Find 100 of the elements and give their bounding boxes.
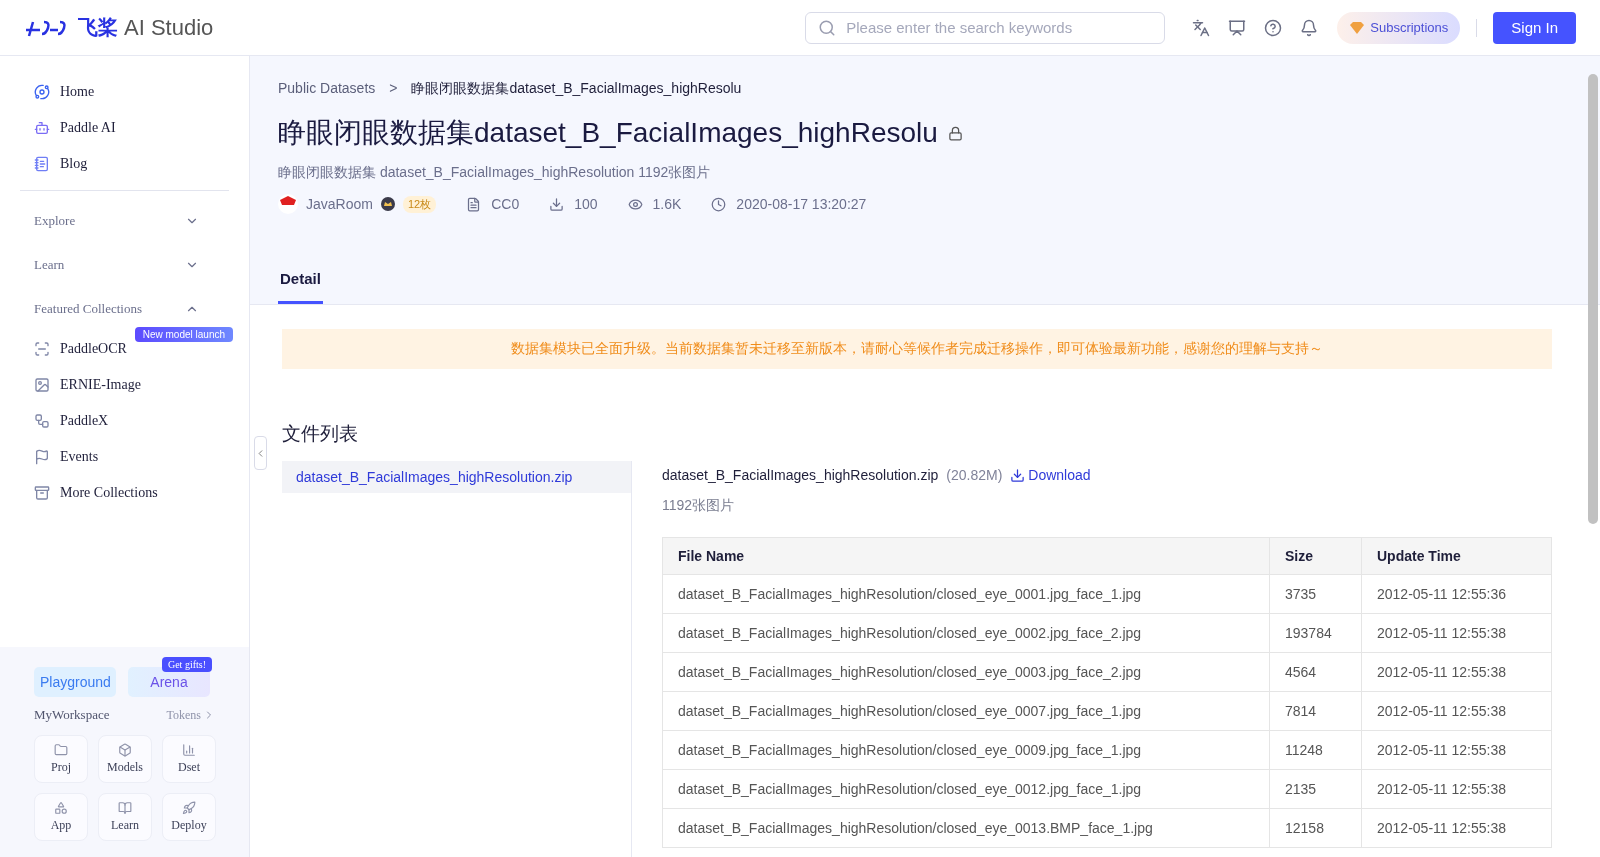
eye-icon: [627, 196, 643, 212]
download-count: 100: [574, 196, 598, 212]
robot-icon: [34, 120, 50, 136]
section-heading: 文件列表: [282, 422, 359, 446]
book-icon: [118, 801, 132, 815]
clock-icon: [711, 196, 727, 212]
notice-banner: 数据集模块已全面升级。当前数据集暂未迁移至新版本，请耐心等候作者完成迁移操作，即可体验最新功能，感谢您的理解与支持～: [282, 329, 1552, 369]
flag-icon: [34, 449, 50, 465]
avatar-icon: [278, 194, 298, 214]
table-cell: 2135: [1269, 769, 1362, 809]
table-cell: 7814: [1269, 691, 1362, 731]
apps-icon: [54, 801, 68, 815]
scrollbar[interactable]: [1588, 74, 1598, 524]
download-link[interactable]: Download: [1010, 467, 1091, 483]
crown-icon: [380, 197, 395, 211]
sidebar-item[interactable]: Blog: [20, 146, 229, 182]
table-cell: dataset_B_FacialImages_highResolution/closed_eye_0003.jpg_face_2.jpg: [662, 652, 1270, 692]
subscriptions-button[interactable]: Subscriptions: [1337, 11, 1461, 44]
workspace-tile[interactable]: Deploy: [162, 793, 216, 841]
sidebar-item[interactable]: ERNIE-Image: [20, 367, 229, 403]
table-cell: 2012-05-11 12:55:38: [1361, 769, 1552, 809]
image-icon: [34, 377, 50, 393]
search-field[interactable]: Please enter the search keywords: [805, 11, 1166, 44]
dataset-title: 睁眼闭眼数据集dataset_B_FacialImages_highResolu: [278, 116, 938, 150]
workspace-tile[interactable]: Learn: [98, 793, 152, 841]
notebook-icon: [34, 156, 50, 172]
table-cell: 11248: [1269, 730, 1362, 770]
breadcrumb-current: 睁眼闭眼数据集dataset_B_FacialImages_highResolu: [411, 80, 742, 98]
sidebar-item[interactable]: PaddleX: [20, 403, 229, 439]
table-cell: 4564: [1269, 652, 1362, 692]
playground-button[interactable]: Playground: [34, 667, 116, 697]
sidebar-item[interactable]: Home: [20, 74, 229, 110]
table-cell: 2012-05-11 12:55:38: [1361, 652, 1552, 692]
folder-icon: [54, 743, 68, 757]
scan-icon: [34, 341, 50, 357]
monitor-icon[interactable]: [1228, 18, 1247, 37]
section-label: Explore: [34, 213, 76, 229]
table-cell: 2012-05-11 12:55:38: [1361, 691, 1552, 731]
breadcrumb-link[interactable]: Public Datasets: [278, 80, 376, 98]
table-cell: dataset_B_FacialImages_highResolution/closed_eye_0009.jpg_face_1.jpg: [662, 730, 1270, 770]
workspace-tile[interactable]: App: [34, 793, 88, 841]
sidebar-item[interactable]: More Collections: [20, 475, 229, 511]
sidebar-item[interactable]: Paddle AI: [20, 110, 229, 146]
translate-icon[interactable]: [1192, 18, 1211, 37]
workspace-tile[interactable]: Dset: [162, 735, 216, 783]
license-text: CC0: [491, 196, 520, 212]
table-cell: 2012-05-11 12:55:38: [1361, 613, 1552, 653]
help-icon[interactable]: [1264, 18, 1283, 37]
diamond-icon: [1349, 20, 1366, 35]
logo-text: 飞桨: [78, 15, 118, 40]
section-label: Learn: [34, 257, 65, 273]
view-count: 1.6K: [652, 196, 682, 212]
table-cell: dataset_B_FacialImages_highResolution/closed_eye_0002.jpg_face_2.jpg: [662, 613, 1270, 653]
table-cell: 12158: [1269, 808, 1362, 848]
collapse-handle[interactable]: [254, 436, 267, 470]
medal-badge: 12枚: [402, 195, 437, 213]
workspace-label: MyWorkspace: [34, 707, 110, 723]
workspace-tile[interactable]: Models: [98, 735, 152, 783]
tab[interactable]: Detail: [278, 262, 323, 304]
flow-icon: [34, 413, 50, 429]
gift-badge: Get gifts!: [161, 657, 212, 672]
section-label: Featured Collections: [34, 301, 142, 317]
table-cell: 2012-05-11 12:55:38: [1361, 808, 1552, 848]
file-size: (20.82M): [946, 467, 1003, 483]
sign-in-button[interactable]: Sign In: [1493, 11, 1576, 44]
update-date: 2020-08-17 13:20:27: [736, 196, 867, 212]
table-cell: 193784: [1269, 613, 1362, 653]
download-icon: [549, 196, 565, 212]
column-header: Size: [1269, 537, 1362, 575]
table-cell: dataset_B_FacialImages_highResolution/closed_eye_0013.BMP_face_1.jpg: [662, 808, 1270, 848]
sidebar-section[interactable]: Learn: [20, 243, 229, 287]
table-cell: 2012-05-11 12:55:36: [1361, 574, 1552, 614]
column-header: Update Time: [1361, 537, 1552, 575]
search-input[interactable]: Please enter the search keywords: [844, 18, 1153, 37]
file-description: 1192张图片: [662, 497, 736, 515]
sidebar-section[interactable]: Explore: [20, 199, 229, 243]
file-name: dataset_B_FacialImages_highResolution.zip: [662, 467, 939, 483]
table-cell: dataset_B_FacialImages_highResolution/closed_eye_0001.jpg_face_1.jpg: [662, 574, 1270, 614]
table-cell: dataset_B_FacialImages_highResolution/closed_eye_0012.jpg_face_1.jpg: [662, 769, 1270, 809]
file-item[interactable]: dataset_B_FacialImages_highResolution.zip: [282, 461, 631, 493]
box-icon: [34, 485, 50, 501]
license-icon: [466, 196, 482, 212]
search-icon: [818, 18, 837, 37]
column-header: File Name: [662, 537, 1270, 575]
sidebar-item[interactable]: Events: [20, 439, 229, 475]
breadcrumb-separator: >: [389, 80, 398, 98]
rocket-icon: [182, 801, 196, 815]
table-cell: 3735: [1269, 574, 1362, 614]
download-icon: [1010, 467, 1026, 483]
planet-icon: [34, 84, 50, 100]
lock-icon: [947, 125, 963, 141]
bar-chart-icon: [182, 743, 196, 757]
cube-icon: [118, 743, 132, 757]
table-cell: dataset_B_FacialImages_highResolution/closed_eye_0007.jpg_face_1.jpg: [662, 691, 1270, 731]
table-cell: 2012-05-11 12:55:38: [1361, 730, 1552, 770]
new-badge: New model launch: [134, 327, 233, 342]
author-name[interactable]: JavaRoom: [306, 196, 373, 212]
workspace-tile[interactable]: Proj: [34, 735, 88, 783]
dataset-subtitle: 睁眼闭眼数据集 dataset_B_FacialImages_highResolution 1192张图片: [278, 164, 712, 182]
bell-icon[interactable]: [1300, 18, 1319, 37]
